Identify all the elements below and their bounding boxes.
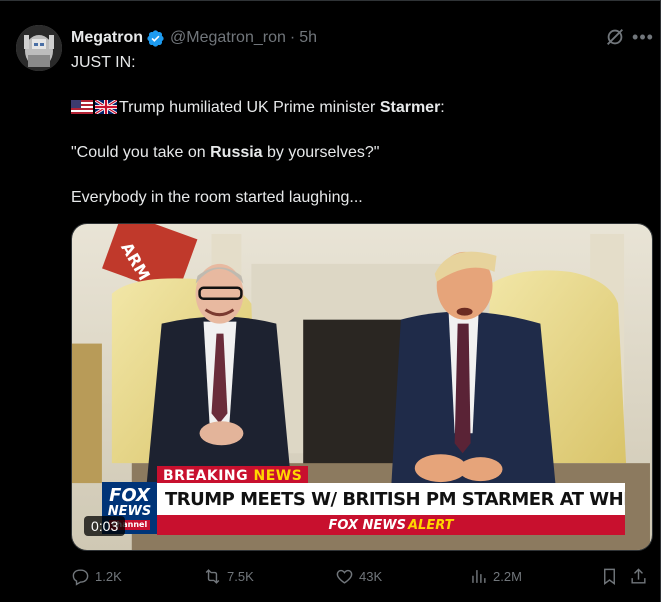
separator-dot: · <box>289 29 296 46</box>
views-count: 2.2M <box>493 569 522 584</box>
breaking-word: BREAKING <box>163 468 249 484</box>
like-button[interactable]: 43K <box>335 567 382 586</box>
handle[interactable]: @Megatron_ron <box>170 29 286 47</box>
more-icon[interactable]: ••• <box>632 26 654 48</box>
avatar[interactable] <box>16 25 62 71</box>
repost-icon <box>205 569 220 584</box>
repost-count: 7.5K <box>227 569 254 584</box>
share-icon <box>631 568 646 584</box>
like-count: 43K <box>359 569 383 584</box>
chyron-headline: TRUMP MEETS W/ BRITISH PM STARMER AT WHI… <box>157 483 625 515</box>
tweet-actions: 1.2K 7.5K 43K 2.2M <box>71 567 653 587</box>
uk-flag-icon <box>95 100 117 114</box>
tweet-text-line-4: Everybody in the room started laughing..… <box>71 189 363 206</box>
views-button[interactable]: 2.2M <box>469 567 522 586</box>
tweet-text-line-3: "Could you take on Russia by yourselves?… <box>71 143 379 163</box>
tweet-text-line-1: JUST IN: <box>71 54 136 71</box>
logo-fox-text: FOX <box>109 484 150 506</box>
tweet[interactable]: Megatron @Megatron_ron · 5h ••• JUST IN:… <box>0 0 661 602</box>
display-name[interactable]: Megatron <box>71 29 143 47</box>
share-button[interactable] <box>629 567 648 586</box>
reply-count: 1.2K <box>95 569 122 584</box>
video-player[interactable]: ARM BREAKING NEWS FOX NEWS channel TRUMP… <box>71 223 653 551</box>
heart-icon <box>336 569 353 584</box>
tweet-text-bold: Russia <box>210 144 263 161</box>
reply-icon <box>72 569 89 586</box>
alert-word: ALERT <box>407 517 454 533</box>
repost-button[interactable]: 7.5K <box>203 567 254 586</box>
reply-button[interactable]: 1.2K <box>71 567 122 586</box>
tweet-text-segment: by yourselves?" <box>262 144 380 161</box>
grok-icon[interactable] <box>604 26 626 48</box>
us-flag-icon <box>71 100 93 114</box>
tweet-header: Megatron @Megatron_ron · 5h <box>71 28 317 48</box>
bookmark-icon <box>604 568 615 586</box>
verified-badge-icon <box>146 29 165 48</box>
tweet-text-bold: Starmer <box>379 99 441 116</box>
alert-brand: FOX NEWS <box>328 517 406 533</box>
bookmark-button[interactable] <box>600 567 619 586</box>
tweet-text-segment: "Could you take on <box>71 144 211 161</box>
views-icon <box>472 570 486 583</box>
tweet-text-line-2: Trump humiliated UK Prime minister Starm… <box>71 98 445 118</box>
breaking-news-word: NEWS <box>253 468 303 484</box>
tweet-text-segment: : <box>440 99 445 116</box>
video-timestamp: 0:03 <box>84 516 126 536</box>
avatar-image <box>16 25 62 71</box>
fox-news-alert-bar: FOX NEWS ALERT <box>157 515 625 535</box>
timestamp[interactable]: 5h <box>299 29 317 47</box>
tweet-text-segment: Trump humiliated UK Prime minister <box>119 99 380 116</box>
